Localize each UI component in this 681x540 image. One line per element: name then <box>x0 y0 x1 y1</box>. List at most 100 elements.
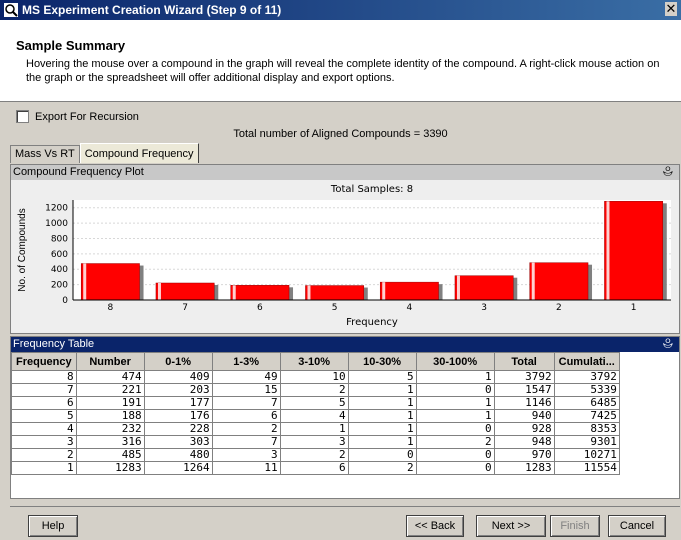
back-button[interactable]: << Back <box>406 515 464 537</box>
column-header[interactable]: Number <box>75 352 145 371</box>
x-axis-label: Frequency <box>346 317 398 328</box>
y-tick-label: 600 <box>51 250 68 260</box>
table-cell: 1 <box>415 370 495 384</box>
column-header[interactable]: 3-10% <box>279 352 349 371</box>
table-cell: 2 <box>415 435 495 449</box>
table-cell: 940 <box>493 409 555 423</box>
table-cell: 203 <box>143 383 213 397</box>
table-row[interactable]: 8 474 409 49 10 5 1 3792 3792 <box>11 370 620 384</box>
chart-panel-header: Compound Frequency Plot ⯕ <box>11 165 679 180</box>
table-cell: 948 <box>493 435 555 449</box>
next-button[interactable]: Next >> <box>476 515 546 537</box>
finish-button: Finish <box>550 515 600 537</box>
table-cell: 9301 <box>553 435 620 449</box>
x-tick-label: 4 <box>407 303 413 313</box>
bar <box>454 275 514 301</box>
export-label: Export For Recursion <box>35 110 139 123</box>
column-header[interactable]: Frequency <box>11 352 77 371</box>
table-cell: 6485 <box>553 396 620 410</box>
table-cell: 1146 <box>493 396 555 410</box>
y-tick-label: 200 <box>51 281 68 291</box>
column-header[interactable]: 0-1% <box>143 352 213 371</box>
table-row[interactable]: 6 191 177 7 5 1 1 1146 6485 <box>11 396 620 410</box>
app-icon <box>4 3 18 17</box>
column-header[interactable]: Total <box>493 352 555 371</box>
bar <box>379 281 439 301</box>
bar-highlight <box>83 263 87 300</box>
tab-compound-frequency[interactable]: Compound Frequency <box>79 143 199 163</box>
table-cell: 970 <box>493 448 555 462</box>
table-cell: 485 <box>75 448 145 462</box>
table-cell: 6 <box>211 409 281 423</box>
table-cell: 316 <box>75 435 145 449</box>
window-title: MS Experiment Creation Wizard (Step 9 of… <box>22 3 282 17</box>
table-cell: 1 <box>415 396 495 410</box>
table-cell: 1 <box>347 383 417 397</box>
table-cell: 232 <box>75 422 145 436</box>
table-cell: 7425 <box>553 409 620 423</box>
table-cell: 177 <box>143 396 213 410</box>
close-icon[interactable]: ✕ <box>665 2 677 16</box>
table-row[interactable]: 3 316 303 7 3 1 2 948 9301 <box>11 435 620 449</box>
table-cell: 2 <box>11 448 77 462</box>
table-cell: 228 <box>143 422 213 436</box>
table-cell: 176 <box>143 409 213 423</box>
wizard-header: Sample Summary Hovering the mouse over a… <box>0 20 681 102</box>
table-cell: 7 <box>211 435 281 449</box>
table-cell: 11 <box>211 461 281 475</box>
export-checkbox[interactable] <box>16 110 29 123</box>
table-row[interactable]: 1 1283 1264 11 6 2 0 1283 11554 <box>11 461 620 475</box>
table-cell: 3792 <box>493 370 555 384</box>
table-cell: 6 <box>11 396 77 410</box>
table-cell: 409 <box>143 370 213 384</box>
x-tick-label: 6 <box>257 303 263 313</box>
frequency-table[interactable]: Frequency Number 0-1% 1-3% 3-10% 10-30% 30-100… <box>11 352 620 475</box>
table-cell: 221 <box>75 383 145 397</box>
x-tick-label: 3 <box>481 303 487 313</box>
table-panel-title: Frequency Table <box>13 338 95 350</box>
y-tick-label: 1200 <box>45 204 68 214</box>
table-row[interactable]: 5 188 176 6 4 1 1 940 7425 <box>11 409 620 423</box>
cancel-button[interactable]: Cancel <box>608 515 666 537</box>
pin-icon[interactable]: ⯕ <box>663 337 673 352</box>
table-cell: 188 <box>75 409 145 423</box>
table-cell: 1 <box>347 396 417 410</box>
table-row[interactable]: 4 232 228 2 1 1 0 928 8353 <box>11 422 620 436</box>
table-cell: 10 <box>279 370 349 384</box>
table-panel-header: Frequency Table ⯕ <box>11 337 679 352</box>
table-cell: 49 <box>211 370 281 384</box>
table-cell: 11554 <box>553 461 620 475</box>
table-cell: 2 <box>211 422 281 436</box>
view-tabs: Mass Vs RT Compound Frequency <box>10 143 199 163</box>
help-button[interactable]: Help <box>28 515 78 537</box>
column-header[interactable]: 10-30% <box>347 352 417 371</box>
table-cell: 1264 <box>143 461 213 475</box>
frequency-bar-chart[interactable]: Total Samples: 8 0 200 400 600 800 1000 1200 8 7 6… <box>11 180 679 333</box>
column-header[interactable]: 1-3% <box>211 352 281 371</box>
table-row[interactable]: 2 485 480 3 2 0 0 970 10271 <box>11 448 620 462</box>
table-cell: 0 <box>415 422 495 436</box>
table-cell: 2 <box>347 461 417 475</box>
compound-frequency-plot-panel: Compound Frequency Plot ⯕ Total Samples:… <box>10 164 680 334</box>
table-cell: 4 <box>279 409 349 423</box>
column-header[interactable]: 30-100% <box>415 352 495 371</box>
bar <box>155 282 215 301</box>
table-cell: 3 <box>279 435 349 449</box>
bar-highlight <box>382 282 386 300</box>
table-cell: 303 <box>143 435 213 449</box>
table-row[interactable]: 7 221 203 15 2 1 0 1547 5339 <box>11 383 620 397</box>
y-tick-label: 400 <box>51 265 68 275</box>
x-tick-label: 7 <box>182 303 188 313</box>
pin-icon[interactable]: ⯕ <box>663 165 673 180</box>
table-cell: 0 <box>415 448 495 462</box>
table-cell: 8 <box>11 370 77 384</box>
x-tick-label: 8 <box>108 303 114 313</box>
bar <box>604 201 664 301</box>
table-cell: 191 <box>75 396 145 410</box>
table-cell: 3 <box>211 448 281 462</box>
column-header[interactable]: Cumulati... <box>553 352 620 371</box>
x-tick-label: 1 <box>631 303 637 313</box>
tab-mass-vs-rt[interactable]: Mass Vs RT <box>10 145 80 163</box>
table-cell: 5 <box>279 396 349 410</box>
export-for-recursion[interactable]: Export For Recursion <box>16 110 139 123</box>
